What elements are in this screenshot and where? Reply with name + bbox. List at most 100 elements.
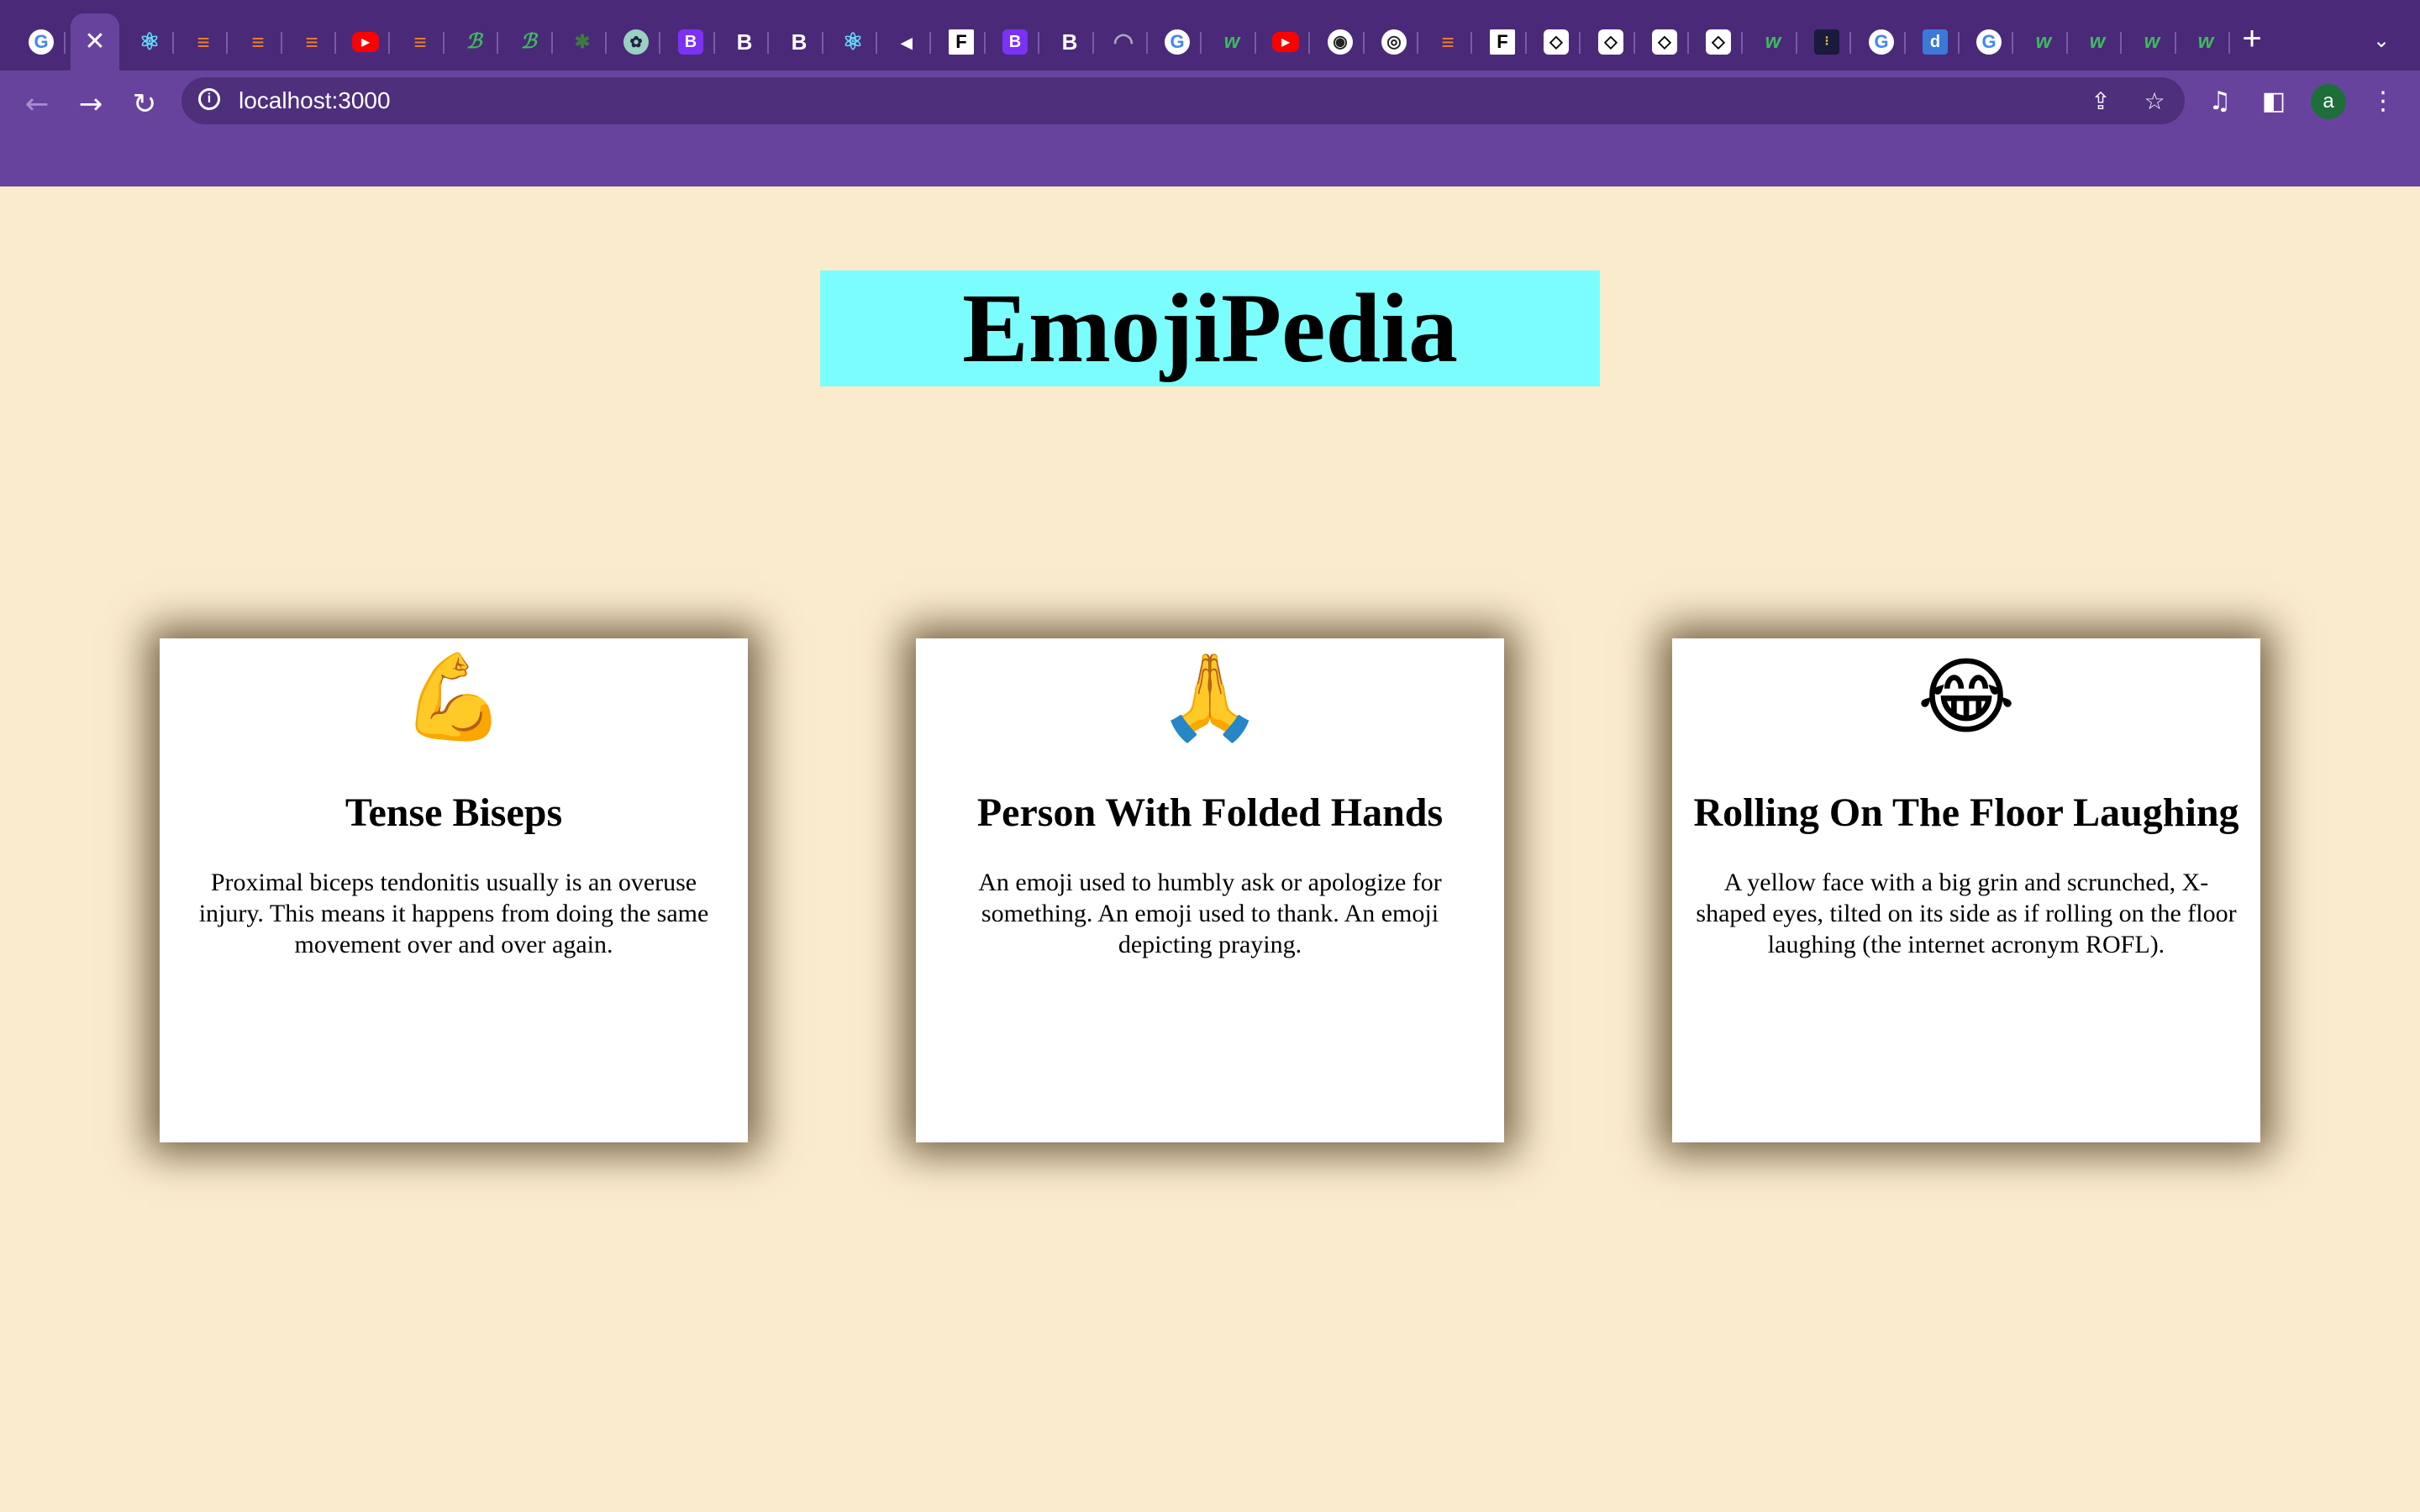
browser-tab[interactable]: ℬ xyxy=(450,13,498,71)
browser-tab[interactable]: G xyxy=(17,13,66,71)
browser-tab[interactable]: ▶ xyxy=(341,13,390,71)
browser-tab[interactable]: w xyxy=(2073,13,2122,71)
chatgpt-icon: ✿ xyxy=(623,29,649,55)
browser-tab[interactable]: ✿ xyxy=(612,13,660,71)
codepen-icon: ◇ xyxy=(1652,29,1677,55)
browser-tab[interactable]: ◇ xyxy=(1694,13,1743,71)
browser-tab[interactable]: F xyxy=(1478,13,1527,71)
google-icon: G xyxy=(1976,29,2002,55)
forward-button[interactable]: → xyxy=(71,84,111,124)
browser-tab[interactable]: B xyxy=(720,13,769,71)
profile-avatar[interactable]: a xyxy=(2311,84,2346,119)
tab-separator xyxy=(2228,32,2230,54)
tab-separator xyxy=(2120,32,2122,54)
google-icon: G xyxy=(29,29,54,55)
tab-separator xyxy=(1525,32,1527,54)
tab-separator xyxy=(659,32,660,54)
browser-tab[interactable]: ≡ xyxy=(287,13,336,71)
browser-tab[interactable]: G xyxy=(1965,13,2013,71)
tab-separator xyxy=(2175,32,2176,54)
browser-tab[interactable]: F xyxy=(937,13,986,71)
browser-tab[interactable]: w xyxy=(2181,13,2230,71)
browser-tab[interactable]: ✕ xyxy=(71,13,119,71)
browser-tab[interactable]: G xyxy=(1153,13,1202,71)
card-description: Proximal biceps tendonitis usually is an… xyxy=(198,869,709,958)
bootstrap-icon: B xyxy=(678,29,703,55)
f-logo-icon: F xyxy=(1490,29,1515,55)
card-title: Rolling On The Floor Laughing xyxy=(1693,790,2239,835)
browser-tab[interactable]: ≡ xyxy=(179,13,228,71)
youtube-icon: ▶ xyxy=(1272,32,1299,52)
address-bar[interactable]: i localhost:3000 ⇪ ☆ xyxy=(182,77,2185,124)
browser-tab[interactable]: w xyxy=(2128,13,2176,71)
browser-tab[interactable]: ℬ xyxy=(504,13,553,71)
bold-b-icon: B xyxy=(1061,29,1078,55)
tab-separator xyxy=(1470,32,1472,54)
browser-menu-icon[interactable]: ⋮ xyxy=(2365,82,2402,119)
tab-search-button[interactable]: ⌄ xyxy=(2366,25,2396,55)
browser-tab[interactable]: ≡ xyxy=(234,13,282,71)
tab-separator xyxy=(713,32,715,54)
browser-tab[interactable]: ◇ xyxy=(1532,13,1581,71)
tab-separator xyxy=(767,32,769,54)
emoji-card: 💪 Tense Biseps Proximal biceps tendoniti… xyxy=(160,638,748,1142)
google-icon: G xyxy=(1869,29,1894,55)
new-tab-button[interactable]: + xyxy=(2235,20,2269,57)
browser-tab[interactable]: ◇ xyxy=(1640,13,1689,71)
back-button[interactable]: ← xyxy=(17,84,57,124)
flexed-biceps-emoji: 💪 xyxy=(401,648,507,746)
browser-tab[interactable]: ≡ xyxy=(396,13,445,71)
tab-separator xyxy=(172,32,174,54)
share-icon[interactable]: ⇪ xyxy=(2084,84,2118,118)
browser-tab[interactable]: ≡ xyxy=(1423,13,1472,71)
browser-tab[interactable]: ⚛ xyxy=(125,13,174,71)
tab-separator xyxy=(822,32,823,54)
emoji-card: 😂 Rolling On The Floor Laughing A yellow… xyxy=(1672,638,2260,1142)
side-panel-icon[interactable]: ◧ xyxy=(2255,82,2292,119)
reload-button[interactable]: ↻ xyxy=(124,84,165,124)
tab-separator xyxy=(388,32,390,54)
bootstrap-icon: B xyxy=(1002,29,1028,55)
browser-tab[interactable]: ◇ xyxy=(1586,13,1635,71)
url-text[interactable]: localhost:3000 xyxy=(239,87,391,114)
folded-hands-emoji: 🙏 xyxy=(1157,648,1263,746)
browser-tab[interactable]: ⁝ xyxy=(1802,13,1851,71)
browser-tab[interactable]: ✱ xyxy=(558,13,607,71)
bookmark-star-icon[interactable]: ☆ xyxy=(2138,84,2171,118)
tab-separator xyxy=(1417,32,1418,54)
grid-icon: ✱ xyxy=(574,31,591,52)
tab-separator xyxy=(1796,32,1797,54)
tab-separator xyxy=(984,32,986,54)
browser-tab[interactable]: w xyxy=(2019,13,2068,71)
colorful-b-icon: ℬ xyxy=(466,30,482,53)
w3-icon: w xyxy=(1223,30,1240,53)
tab-separator xyxy=(605,32,607,54)
tab-separator xyxy=(2012,32,2013,54)
site-info-icon[interactable]: i xyxy=(198,88,220,110)
tab-separator xyxy=(1958,32,1960,54)
browser-tab[interactable]: ◎ xyxy=(1370,13,1418,71)
media-control-icon[interactable]: ♫ xyxy=(2202,82,2238,119)
browser-tab[interactable]: B xyxy=(1045,13,1094,71)
tab-separator xyxy=(64,32,66,54)
browser-tab[interactable]: ◂ xyxy=(882,13,931,71)
browser-tab[interactable]: G xyxy=(1857,13,1906,71)
browser-tab[interactable]: w xyxy=(1207,13,1256,71)
page-title: EmojiPedia xyxy=(962,273,1458,383)
browser-tab[interactable]: w xyxy=(1749,13,1797,71)
tab-separator xyxy=(281,32,282,54)
stackoverflow-icon: ≡ xyxy=(413,29,427,55)
browser-tab[interactable]: B xyxy=(666,13,715,71)
browser-tab[interactable]: ⚛ xyxy=(829,13,877,71)
browser-tab[interactable]: d xyxy=(1911,13,1960,71)
codepen-icon: ◇ xyxy=(1544,29,1569,55)
browser-tab[interactable]: ◉ xyxy=(1316,13,1365,71)
card-description: A yellow face with a big grin and scrunc… xyxy=(1696,869,2237,958)
close-icon[interactable]: ✕ xyxy=(84,29,105,55)
browser-tab[interactable]: ◠ xyxy=(1099,13,1148,71)
w3-icon: w xyxy=(2144,30,2160,53)
browser-tab[interactable]: ▶ xyxy=(1261,13,1310,71)
w3-icon: w xyxy=(2197,30,2214,53)
browser-tab[interactable]: B xyxy=(775,13,823,71)
browser-tab[interactable]: B xyxy=(991,13,1039,71)
